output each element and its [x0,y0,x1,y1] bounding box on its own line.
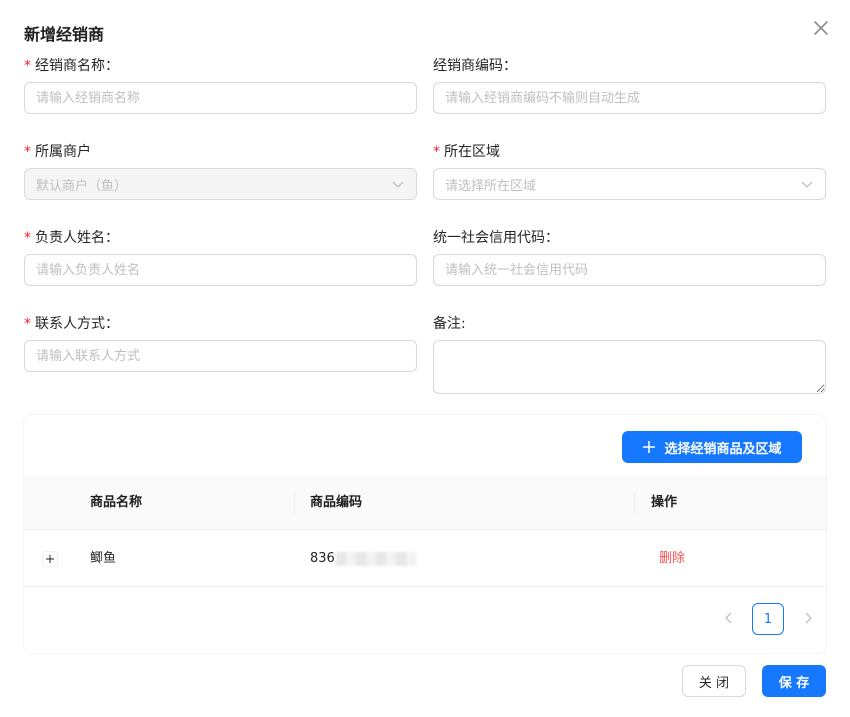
dealer-code-label: 经销商编码： [433,58,517,74]
select-products-button[interactable]: 选择经销商品及区域 [622,431,802,463]
region-select-placeholder: 请选择所在区域 [445,178,537,194]
required-mark: * [24,58,31,74]
dealer-code-input[interactable] [433,82,826,114]
merchant-label: * 所属商户 [24,141,91,161]
column-divider [634,492,635,514]
save-button[interactable]: 保 存 [762,665,826,697]
delete-link[interactable]: 删除 [659,551,685,566]
prev-page-icon[interactable] [721,610,737,626]
region-label: * 所在区域 [433,141,500,161]
product-code-text: 836 [310,551,335,566]
manager-name-input[interactable] [24,254,417,286]
plus-icon [46,555,54,563]
manager-name-label-text: 负责人姓名： [35,230,119,246]
manager-name-label: * 负责人姓名： [24,227,119,247]
plus-icon [643,441,656,453]
table-row: 鲫鱼 836 删除 [24,530,826,587]
column-header-action: 操作 [651,495,678,510]
column-divider [294,492,295,514]
page-item-current[interactable]: 1 [752,603,784,635]
column-header-name: 商品名称 [90,495,143,510]
add-dealer-dialog: 新增经销商 *经销商名称： 经销商编码： *所属商户 默认商户（鱼） *所在区域… [0,0,850,717]
remark-label: 备注: [433,316,466,332]
product-name-cell: 鲫鱼 [90,551,117,566]
required-mark: * [433,144,440,160]
dealer-name-label: * 经销商名称： [24,55,119,75]
redacted-code [335,551,416,566]
credit-code-input[interactable] [433,254,826,286]
region-select[interactable]: 请选择所在区域 [433,168,826,200]
contact-label: * 联系人方式： [24,313,119,333]
chevron-down-icon [392,181,404,188]
region-label-text: 所在区域 [444,144,500,160]
contact-label-text: 联系人方式： [35,316,119,332]
credit-code-label: 统一社会信用代码： [433,230,559,246]
next-page-icon[interactable] [800,610,816,626]
dealer-name-label-text: 经销商名称： [35,58,119,74]
products-table-header: 商品名称 商品编码 操作 [24,476,826,530]
dialog-title: 新增经销商 [24,25,105,44]
remark-textarea[interactable] [433,340,826,394]
required-mark: * [24,316,31,332]
product-action-cell: 删除 [659,530,685,587]
product-code-cell: 836 [310,530,416,587]
close-button[interactable]: 关 闭 [682,665,746,697]
contact-input[interactable] [24,340,417,372]
products-card: 选择经销商品及区域 商品名称 商品编码 操作 鲫鱼 836 删除 1 [24,415,826,653]
dealer-name-input[interactable] [24,82,417,114]
merchant-label-text: 所属商户 [35,144,91,160]
required-mark: * [24,230,31,246]
expand-row-button[interactable] [42,551,58,567]
close-icon[interactable] [810,17,832,39]
column-header-code: 商品编码 [310,495,363,510]
required-mark: * [24,144,31,160]
merchant-select[interactable]: 默认商户（鱼） [24,168,417,200]
select-products-button-label: 选择经销商品及区域 [664,440,782,456]
chevron-down-icon [801,181,813,188]
merchant-select-value: 默认商户（鱼） [36,178,128,194]
